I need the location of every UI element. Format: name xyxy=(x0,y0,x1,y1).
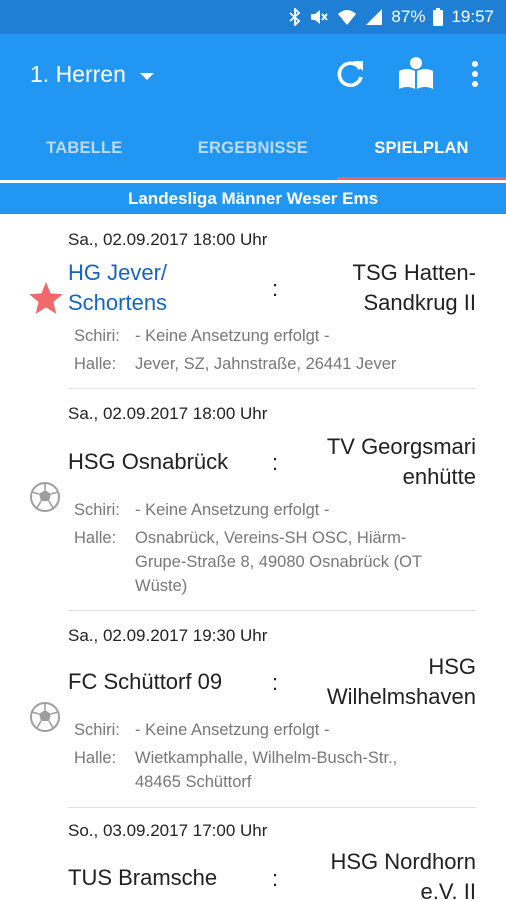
venue-label: Halle: xyxy=(74,749,117,767)
match-date: Sa., 02.09.2017 18:00 Uhr xyxy=(68,404,268,423)
away-team-line: TSG Hatten- xyxy=(352,260,476,285)
tab-ergebnisse[interactable]: ERGEBNISSE xyxy=(169,116,338,180)
dropdown-caret-icon xyxy=(139,72,154,80)
home-team-line: HSG Osnabrück xyxy=(68,449,229,474)
league-banner: Landesliga Männer Weser Ems xyxy=(0,183,506,214)
venue-line: Grupe-Straße 8, 49080 Osnabrück (OT xyxy=(135,553,423,571)
home-team-line: FC Schüttorf 09 xyxy=(68,669,223,694)
match-list[interactable]: Sa., 02.09.2017 18:00 Uhr HG Jever/ Scho… xyxy=(0,214,506,900)
away-team-line: HSG Nordhorn xyxy=(330,849,476,874)
match-item[interactable]: Sa., 02.09.2017 18:00 Uhr HG Jever/ Scho… xyxy=(0,214,506,388)
referee-label: Schiri: xyxy=(74,501,120,519)
away-team-line: HSG xyxy=(428,654,476,679)
referee-value: - Keine Ansetzung erfolgt - xyxy=(135,327,330,345)
book-reader-icon xyxy=(399,57,433,89)
venue-value: Jever, SZ, Jahnstraße, 26441 Jever xyxy=(135,355,397,373)
tab-bar: TABELLE ERGEBNISSE SPIELPLAN xyxy=(0,116,506,180)
team-title: 1. Herren xyxy=(30,61,126,87)
referee-value: - Keine Ansetzung erfolgt - xyxy=(135,501,330,519)
venue-line: Wietkamphalle, Wilhelm-Busch-Str., xyxy=(135,749,398,767)
refresh-button[interactable] xyxy=(330,54,370,94)
favorite-star-icon xyxy=(28,280,64,321)
match-date: So., 03.09.2017 17:00 Uhr xyxy=(68,821,268,840)
signal-icon xyxy=(365,8,383,26)
match-date: Sa., 02.09.2017 18:00 Uhr xyxy=(68,230,268,249)
home-team: HSG Osnabrück xyxy=(68,447,268,477)
away-team: TSG Hatten- Sandkrug II xyxy=(276,258,476,318)
away-team-line: Wilhelmshaven xyxy=(326,684,476,709)
referee-label: Schiri: xyxy=(74,327,120,345)
wifi-icon xyxy=(337,8,357,26)
match-date: Sa., 02.09.2017 19:30 Uhr xyxy=(68,626,268,645)
battery-percent: 87% xyxy=(391,7,426,26)
handball-icon xyxy=(28,480,62,519)
referee-value: - Keine Ansetzung erfolgt - xyxy=(135,721,330,739)
tab-tabelle[interactable]: TABELLE xyxy=(0,116,169,180)
away-team-line: e.V. II xyxy=(420,879,476,900)
more-vert-icon xyxy=(472,61,478,87)
venue-label: Halle: xyxy=(74,529,117,547)
bluetooth-icon xyxy=(289,8,301,26)
tab-spielplan[interactable]: SPIELPLAN xyxy=(337,116,506,180)
match-item[interactable]: So., 03.09.2017 17:00 Uhr TUS Bramsche :… xyxy=(0,807,506,900)
home-team: FC Schüttorf 09 xyxy=(68,667,268,697)
rules-button[interactable] xyxy=(396,54,436,94)
away-team-line: Sandkrug II xyxy=(363,290,476,315)
overflow-menu-button[interactable] xyxy=(455,54,495,94)
referee-label: Schiri: xyxy=(74,721,120,739)
venue-line: Wüste) xyxy=(135,577,188,595)
refresh-icon xyxy=(337,61,363,87)
match-item[interactable]: Sa., 02.09.2017 18:00 Uhr HSG Osnabrück … xyxy=(0,388,506,610)
handball-icon xyxy=(28,700,62,739)
home-team-line: TUS Bramsche xyxy=(68,865,218,890)
venue-line: 48465 Schüttorf xyxy=(135,773,252,791)
clock: 19:57 xyxy=(451,7,494,26)
status-bar: 87% 19:57 xyxy=(0,0,506,34)
app-bar: 1. Herren xyxy=(0,34,506,116)
away-team: HSG Wilhelmshaven xyxy=(276,652,476,712)
away-team: HSG Nordhorn e.V. II xyxy=(276,847,476,900)
team-selector[interactable]: 1. Herren xyxy=(30,61,154,88)
venue-label: Halle: xyxy=(74,355,117,373)
home-team: HG Jever/ Schortens xyxy=(68,258,268,318)
match-item[interactable]: Sa., 02.09.2017 19:30 Uhr FC Schüttorf 0… xyxy=(0,610,506,807)
away-team-line: enhütte xyxy=(402,464,476,489)
home-team-line: Schortens xyxy=(68,290,168,315)
away-team-line: TV Georgsmari xyxy=(326,434,476,459)
venue-line: Osnabrück, Vereins-SH OSC, Hiärm- xyxy=(135,529,407,547)
home-team-line: HG Jever/ xyxy=(68,260,168,285)
away-team: TV Georgsmari enhütte xyxy=(276,432,476,492)
venue-value: Wietkamphalle, Wilhelm-Busch-Str., 48465… xyxy=(135,746,475,794)
venue-value: Osnabrück, Vereins-SH OSC, Hiärm- Grupe-… xyxy=(135,526,475,598)
mute-icon xyxy=(309,8,329,26)
battery-icon xyxy=(433,8,444,26)
home-team: TUS Bramsche xyxy=(68,863,268,893)
